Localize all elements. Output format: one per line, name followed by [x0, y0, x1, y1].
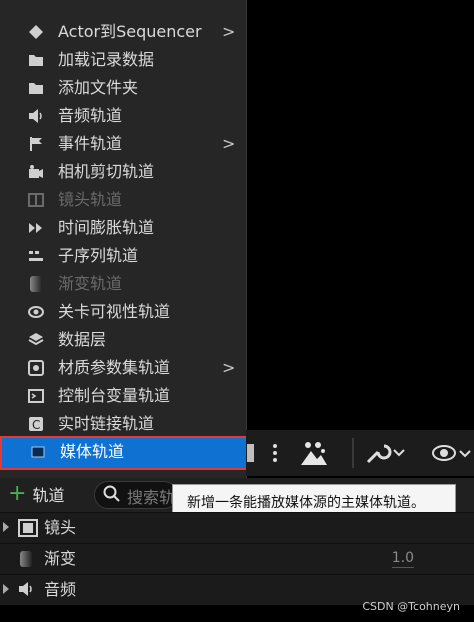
menu-item[interactable]: 加载记录数据 [0, 46, 244, 74]
menu-item-label: 相机剪切轨道 [58, 162, 155, 181]
menu-item-label: 材质参数集轨道 [58, 358, 171, 377]
menu-item-label: 镜头轨道 [58, 190, 123, 209]
menu-item-label: 数据层 [58, 330, 107, 349]
svg-text:C: C [32, 418, 40, 432]
speaker-icon [18, 581, 38, 599]
menu-item-label: 音频轨道 [58, 106, 123, 125]
fade-icon [18, 550, 38, 568]
track-row[interactable]: 渐变 1.0 [0, 543, 474, 574]
film-icon [18, 519, 38, 537]
menu-item-label: 媒体轨道 [60, 442, 125, 461]
menu-item-label: 事件轨道 [58, 134, 123, 153]
menu-item-label: 关卡可视性轨道 [58, 302, 171, 321]
menu-item[interactable]: 事件轨道 > [0, 130, 244, 158]
menu-item[interactable]: 材质参数集轨道 > [0, 354, 244, 382]
menu-item[interactable]: 音频轨道 [0, 102, 244, 130]
menu-item[interactable]: 相机剪切轨道 [0, 158, 244, 186]
folder-open-icon [28, 52, 44, 68]
menu-item-label: 加载记录数据 [58, 50, 155, 69]
add-track-label: 轨道 [32, 486, 65, 505]
menu-item: 镜头轨道 [0, 186, 244, 214]
time-dilation-icon [28, 220, 44, 236]
layers-icon [28, 332, 44, 348]
add-track-menu: Actor到Sequencer > 加载记录数据 添加文件夹音频轨道事件轨道 > 相机剪切… [0, 0, 248, 478]
chevron-right-icon: > [222, 358, 236, 377]
menu-item-label: 实时链接轨道 [58, 414, 155, 433]
material-icon [28, 360, 44, 376]
menu-item-label: 添加文件夹 [58, 78, 139, 97]
menu-item[interactable]: 添加文件夹 [0, 74, 244, 102]
track-label: 镜头 [44, 518, 77, 537]
watermark: CSDN @Tcohneyn [362, 600, 460, 613]
menu-item[interactable]: Actor到Sequencer > [0, 18, 244, 46]
media-icon [30, 444, 46, 460]
folder-icon [28, 80, 44, 96]
sequencer-toolbar [246, 430, 474, 476]
menu-item-media-track[interactable]: 媒体轨道 [0, 436, 248, 470]
fade-icon [28, 276, 44, 292]
expand-triangle-icon[interactable] [3, 584, 9, 594]
search-input[interactable]: 搜索轨 [94, 481, 178, 509]
menu-item[interactable]: 子序列轨道 [0, 242, 244, 270]
wrench-icon[interactable] [364, 438, 406, 468]
search-placeholder: 搜索轨 [127, 488, 176, 507]
add-track-button[interactable]: + 轨道 [8, 481, 86, 507]
more-options-icon[interactable] [272, 438, 278, 468]
render-movie-icon[interactable] [298, 438, 328, 468]
menu-item-label: 渐变轨道 [58, 274, 123, 293]
track-value[interactable]: 1.0 [391, 549, 414, 568]
menu-item: 渐变轨道 [0, 270, 244, 298]
track-label: 渐变 [44, 549, 77, 568]
divider [352, 438, 354, 468]
view-options-eye-icon[interactable] [432, 438, 472, 468]
menu-item-label: Actor到Sequencer [58, 22, 202, 41]
menu-item[interactable]: 数据层 [0, 326, 244, 354]
shot-icon [28, 192, 44, 208]
console-icon [28, 388, 44, 404]
toolbar-edge-icon[interactable] [246, 438, 256, 468]
chevron-right-icon: > [222, 134, 236, 153]
actor-icon [28, 24, 44, 40]
track-label: 音频 [44, 580, 77, 599]
menu-item[interactable]: 关卡可视性轨道 [0, 298, 244, 326]
track-row[interactable]: 镜头 [0, 512, 474, 543]
menu-item[interactable]: 时间膨胀轨道 [0, 214, 244, 242]
flag-icon [28, 136, 44, 152]
eye-icon [28, 304, 44, 320]
plus-icon: + [8, 481, 27, 506]
menu-item-label: 控制台变量轨道 [58, 386, 171, 405]
livelink-icon: C [28, 416, 44, 432]
speaker-icon [28, 108, 44, 124]
subsequence-icon [28, 248, 44, 264]
menu-item[interactable]: C 实时链接轨道 [0, 410, 244, 438]
menu-item-label: 子序列轨道 [58, 246, 139, 265]
search-icon [103, 485, 121, 507]
menu-item-label: 时间膨胀轨道 [58, 218, 155, 237]
expand-triangle-icon[interactable] [3, 522, 9, 532]
camera-cut-icon [28, 164, 44, 180]
menu-item[interactable]: 控制台变量轨道 [0, 382, 244, 410]
chevron-right-icon: > [222, 22, 236, 41]
